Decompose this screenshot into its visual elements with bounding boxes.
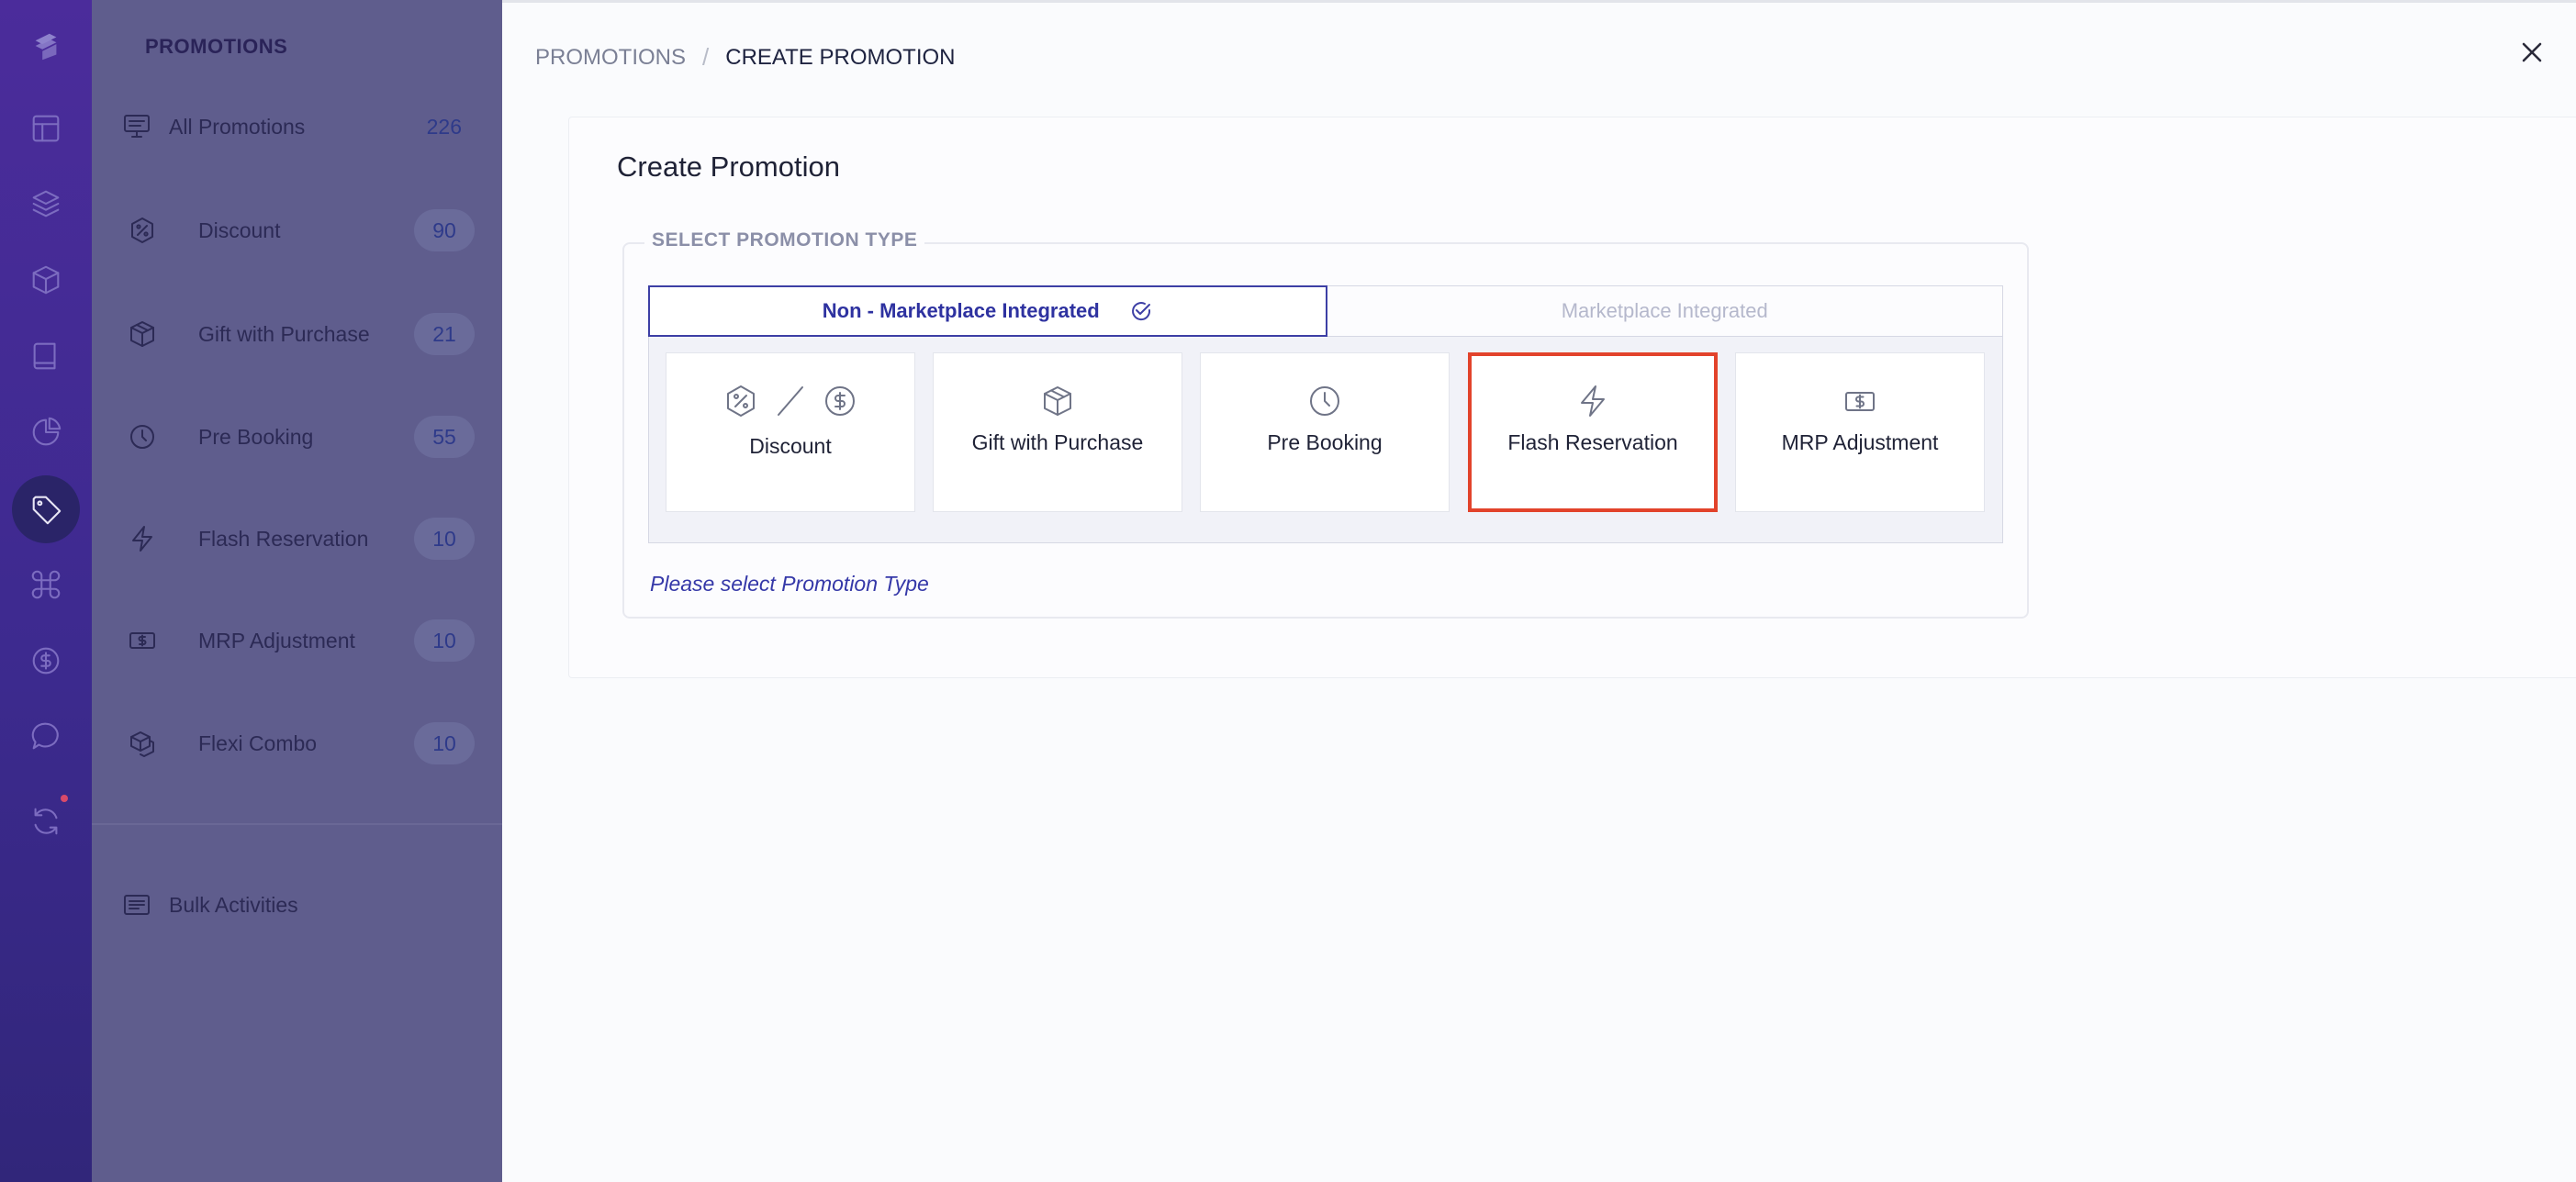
sidebar-item-flexi-combo[interactable]: Flexi Combo 10 xyxy=(92,716,502,771)
notification-dot xyxy=(61,795,68,802)
type-option-gift-with-purchase[interactable]: Gift with Purchase xyxy=(933,352,1182,512)
type-option-label: Discount xyxy=(749,434,832,458)
sidebar-item-pre-booking[interactable]: Pre Booking 55 xyxy=(92,409,502,464)
type-option-label: Gift with Purchase xyxy=(971,430,1144,454)
sidebar-divider xyxy=(92,823,502,825)
box-icon xyxy=(934,381,1182,421)
type-option-label: Pre Booking xyxy=(1267,430,1383,454)
currency-cycle-icon[interactable] xyxy=(23,638,69,684)
type-option-label: Flash Reservation xyxy=(1507,430,1678,454)
tag-icon[interactable] xyxy=(12,475,80,543)
type-option-label: MRP Adjustment xyxy=(1781,430,1939,454)
tab-label: Non - Marketplace Integrated xyxy=(822,299,1100,322)
integration-tabs: Non - Marketplace Integrated Marketplace… xyxy=(648,285,2003,337)
sync-icon[interactable] xyxy=(23,798,69,844)
promotion-type-fieldset: SELECT PROMOTION TYPE Non - Marketplace … xyxy=(622,229,2029,619)
icon-rail xyxy=(0,0,92,1182)
sidebar-item-count: 90 xyxy=(414,209,475,251)
sidebar-item-label: Pre Booking xyxy=(198,424,314,449)
promotion-type-options: Discount Gift with Purchase Pre Booking xyxy=(648,337,2003,543)
sidebar-item-label: MRP Adjustment xyxy=(198,628,355,652)
tab-marketplace-integrated[interactable]: Marketplace Integrated xyxy=(1327,286,2002,336)
logo-icon[interactable] xyxy=(23,23,69,69)
lightning-icon xyxy=(127,523,158,554)
box-icon xyxy=(127,318,158,350)
banknote-icon xyxy=(1736,381,1984,421)
dollar-circle-icon xyxy=(825,386,855,416)
sidebar-item-count: 55 xyxy=(414,416,475,458)
validation-hint: Please select Promotion Type xyxy=(650,572,929,596)
sidebar-item-bulk-activities[interactable]: Bulk Activities xyxy=(92,877,502,932)
slash-icon xyxy=(778,386,803,416)
sidebar-item-count: 10 xyxy=(414,619,475,662)
close-icon xyxy=(2522,42,2542,62)
tab-label: Marketplace Integrated xyxy=(1561,299,1768,322)
sidebar-item-all-promotions[interactable]: All Promotions 226 xyxy=(92,99,502,154)
type-option-discount[interactable]: Discount xyxy=(666,352,915,512)
main-content: PROMOTIONS / CREATE PROMOTION Create Pro… xyxy=(502,0,2576,1182)
breadcrumb: PROMOTIONS / CREATE PROMOTION xyxy=(535,43,955,72)
create-promotion-card: Create Promotion SELECT PROMOTION TYPE N… xyxy=(568,117,2576,678)
sidebar-item-label: Flash Reservation xyxy=(198,526,369,551)
sidebar-item-mrp-adjustment[interactable]: MRP Adjustment 10 xyxy=(92,613,502,668)
page-title: Create Promotion xyxy=(617,151,840,183)
type-option-pre-booking[interactable]: Pre Booking xyxy=(1200,352,1450,512)
banknote-icon xyxy=(127,625,158,656)
discount-icon xyxy=(666,381,914,421)
sidebar-item-count: 226 xyxy=(426,114,462,139)
sidebar-item-label: Gift with Purchase xyxy=(198,321,370,346)
cube-icon[interactable] xyxy=(23,257,69,303)
sidebar-item-label: Discount xyxy=(198,217,281,242)
type-option-mrp-adjustment[interactable]: MRP Adjustment xyxy=(1735,352,1985,512)
pie-chart-icon[interactable] xyxy=(23,409,69,455)
sidebar-item-discount[interactable]: Discount 90 xyxy=(92,203,502,258)
sidebar-title: PROMOTIONS xyxy=(145,35,288,58)
type-option-flash-reservation[interactable]: Flash Reservation xyxy=(1468,352,1718,512)
lightning-icon xyxy=(1472,381,1714,421)
layers-icon[interactable] xyxy=(23,181,69,227)
sidebar-item-label: Flexi Combo xyxy=(198,730,318,755)
clock-icon xyxy=(1201,381,1449,421)
sidebar-item-count: 10 xyxy=(414,722,475,764)
sidebar-item-label: Bulk Activities xyxy=(169,892,298,917)
layout-icon[interactable] xyxy=(23,106,69,151)
clock-icon xyxy=(127,421,158,452)
discount-badge-icon xyxy=(127,215,158,246)
sidebar-item-flash-reservation[interactable]: Flash Reservation 10 xyxy=(92,511,502,566)
app-root: PROMOTIONS All Promotions 226 Discount 9… xyxy=(0,0,2576,1182)
close-button[interactable] xyxy=(2515,36,2548,69)
command-icon[interactable] xyxy=(23,562,69,608)
tab-non-marketplace-integrated[interactable]: Non - Marketplace Integrated xyxy=(648,285,1327,337)
check-circle-icon xyxy=(1129,299,1153,323)
chat-icon[interactable] xyxy=(23,713,69,759)
sidebar-item-count: 21 xyxy=(414,313,475,355)
list-icon xyxy=(121,889,152,920)
section-legend: SELECT PROMOTION TYPE xyxy=(644,229,925,251)
breadcrumb-promotions-link[interactable]: PROMOTIONS xyxy=(535,45,686,71)
sidebar-item-count: 10 xyxy=(414,518,475,560)
sidebar-item-gift-with-purchase[interactable]: Gift with Purchase 21 xyxy=(92,307,502,362)
monitor-icon xyxy=(121,111,152,142)
breadcrumb-separator: / xyxy=(702,43,710,71)
percent-badge-icon xyxy=(727,385,755,417)
boxes-icon xyxy=(127,728,158,759)
breadcrumb-current: CREATE PROMOTION xyxy=(725,44,956,70)
sidebar-item-label: All Promotions xyxy=(169,114,306,139)
book-icon[interactable] xyxy=(23,333,69,379)
promotions-sidebar: PROMOTIONS All Promotions 226 Discount 9… xyxy=(92,0,502,1182)
